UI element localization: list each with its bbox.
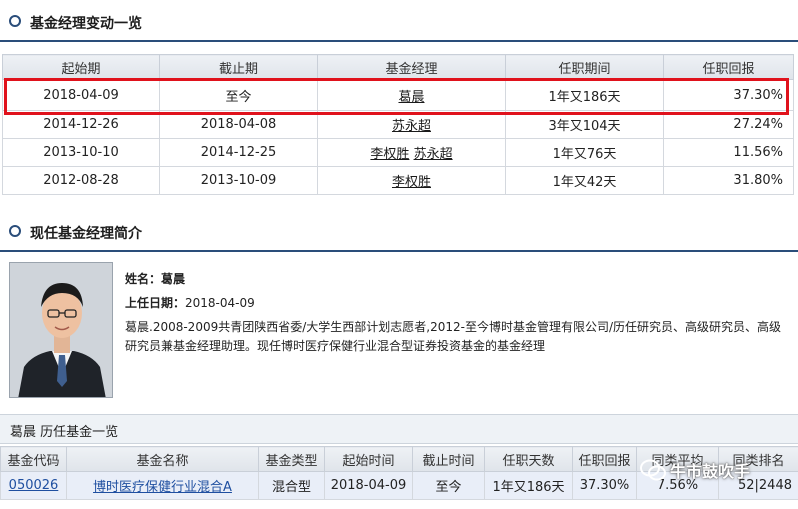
col-header-tenure: 任职期间 bbox=[505, 54, 664, 80]
fund-type: 混合型 bbox=[258, 471, 325, 500]
col-header-code: 基金代码 bbox=[0, 446, 67, 472]
manager-changes-table: 起始期 截止期 基金经理 任职期间 任职回报 2018-04-09 至今 葛晨 … bbox=[2, 54, 794, 195]
col-header-end: 截止时间 bbox=[412, 446, 485, 472]
fund-code-link[interactable]: 050026 bbox=[9, 478, 59, 493]
bio-line: 研究员兼基金经理助理。现任博时医疗保健行业混合型证券投资基金的基金经理 bbox=[125, 339, 546, 353]
profile-section-header: 现任基金经理简介 bbox=[0, 212, 798, 252]
manager-link[interactable]: 苏永超 bbox=[414, 147, 453, 162]
return-value: 37.30% bbox=[572, 471, 637, 500]
tenure: 1年又76天 bbox=[505, 138, 664, 167]
manager-bio: 葛晨.2008-2009共青团陕西省委/大学生西部计划志愿者,2012-至今博时… bbox=[125, 318, 785, 356]
start-date: 2012-08-28 bbox=[2, 166, 160, 195]
watermark: 牛市鼓吹手 bbox=[640, 458, 750, 482]
wechat-icon bbox=[640, 459, 666, 481]
manager-link[interactable]: 苏永超 bbox=[392, 119, 431, 134]
changes-section-header: 基金经理变动一览 bbox=[0, 2, 798, 42]
manager-cell: 李权胜 bbox=[317, 166, 506, 195]
name-label: 姓名： bbox=[125, 272, 162, 286]
manager-name: 葛晨 bbox=[161, 272, 186, 286]
fund-name-cell: 博时医疗保健行业混合A bbox=[66, 471, 259, 500]
section-bullet-icon bbox=[9, 15, 21, 27]
table-row: 2012-08-28 2013-10-09 李权胜 1年又42天 31.80% bbox=[2, 166, 794, 195]
return-value: 31.80% bbox=[663, 166, 794, 195]
col-header-fund-name: 基金名称 bbox=[66, 446, 259, 472]
section-bullet-icon bbox=[9, 225, 21, 237]
profile-section-title: 现任基金经理简介 bbox=[30, 226, 142, 242]
col-header-days: 任职天数 bbox=[484, 446, 573, 472]
col-header-return: 任职回报 bbox=[572, 446, 637, 472]
end-date: 至今 bbox=[412, 471, 485, 500]
col-header-start: 起始期 bbox=[2, 54, 160, 80]
table-row: 2013-10-10 2014-12-25 李权胜 苏永超 1年又76天 11.… bbox=[2, 138, 794, 167]
col-header-end: 截止期 bbox=[159, 54, 318, 80]
manager-link[interactable]: 李权胜 bbox=[392, 175, 431, 190]
name-line: 姓名：葛晨 bbox=[125, 270, 185, 287]
appointment-date: 2018-04-09 bbox=[185, 296, 255, 310]
end-date: 2013-10-09 bbox=[159, 166, 318, 195]
start-date: 2013-10-10 bbox=[2, 138, 160, 167]
manager-link[interactable]: 李权胜 bbox=[370, 147, 409, 162]
watermark-text: 牛市鼓吹手 bbox=[670, 462, 751, 481]
table-header-row: 起始期 截止期 基金经理 任职期间 任职回报 bbox=[2, 54, 794, 80]
highlight-box bbox=[4, 78, 789, 115]
bio-line: 葛晨.2008-2009共青团陕西省委/大学生西部计划志愿者,2012-至今博时… bbox=[125, 320, 781, 334]
manager-cell: 李权胜 苏永超 bbox=[317, 138, 506, 167]
history-section-header: 葛晨 历任基金一览 bbox=[0, 414, 798, 444]
col-header-start: 起始时间 bbox=[324, 446, 413, 472]
fund-code-cell: 050026 bbox=[0, 471, 67, 500]
fund-name-link[interactable]: 博时医疗保健行业混合A bbox=[93, 480, 232, 495]
manager-photo bbox=[9, 262, 113, 398]
changes-section-title: 基金经理变动一览 bbox=[30, 16, 142, 32]
col-header-manager: 基金经理 bbox=[317, 54, 506, 80]
col-header-return: 任职回报 bbox=[663, 54, 794, 80]
date-line: 上任日期：2018-04-09 bbox=[125, 294, 255, 311]
return-value: 11.56% bbox=[663, 138, 794, 167]
date-label: 上任日期： bbox=[125, 296, 186, 310]
start-date: 2018-04-09 bbox=[324, 471, 413, 500]
history-section-title: 葛晨 历任基金一览 bbox=[10, 425, 119, 440]
col-header-type: 基金类型 bbox=[258, 446, 325, 472]
manager-profile: 姓名：葛晨 上任日期：2018-04-09 葛晨.2008-2009共青团陕西省… bbox=[0, 252, 798, 410]
tenure: 1年又42天 bbox=[505, 166, 664, 195]
end-date: 2014-12-25 bbox=[159, 138, 318, 167]
tenure-days: 1年又186天 bbox=[484, 471, 573, 500]
